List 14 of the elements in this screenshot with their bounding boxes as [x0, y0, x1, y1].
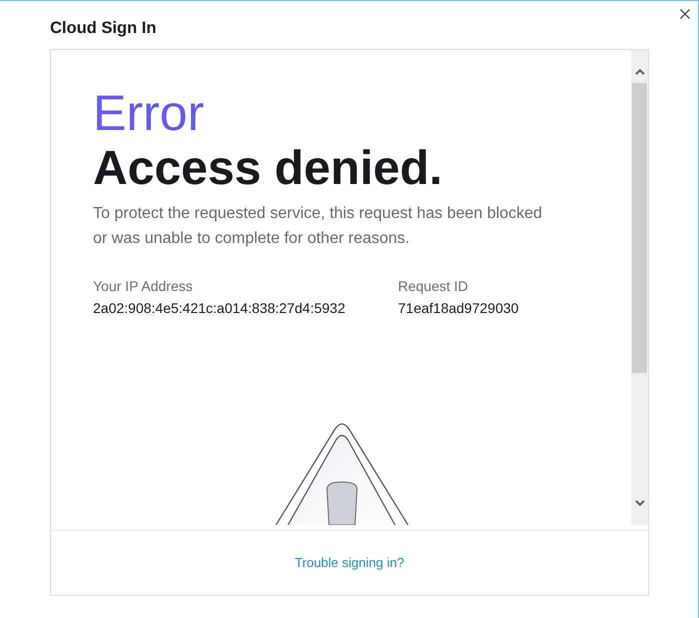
trouble-signing-in-link[interactable]: Trouble signing in? — [294, 555, 404, 571]
error-message: To protect the requested service, this request has been blocked or was unable to complete for other reasons. — [93, 204, 544, 249]
detail-label: Your IP Address — [93, 277, 194, 295]
close-icon[interactable] — [680, 9, 690, 19]
chevron-down-icon[interactable] — [634, 500, 644, 506]
error-title: Access denied. — [93, 141, 444, 197]
scrollbar-thumb[interactable] — [632, 83, 647, 373]
detail-value: 2a02:908:4e5:421c:a014:838:27d4:5932 — [93, 299, 346, 317]
window-title: Cloud Sign In — [50, 18, 156, 38]
chevron-up-icon[interactable] — [634, 69, 644, 75]
error-heading: Error — [93, 85, 206, 141]
detail-label: Request ID — [398, 277, 470, 295]
detail-value: 71eaf18ad9729030 — [398, 299, 520, 317]
scrollbar[interactable] — [631, 50, 648, 525]
